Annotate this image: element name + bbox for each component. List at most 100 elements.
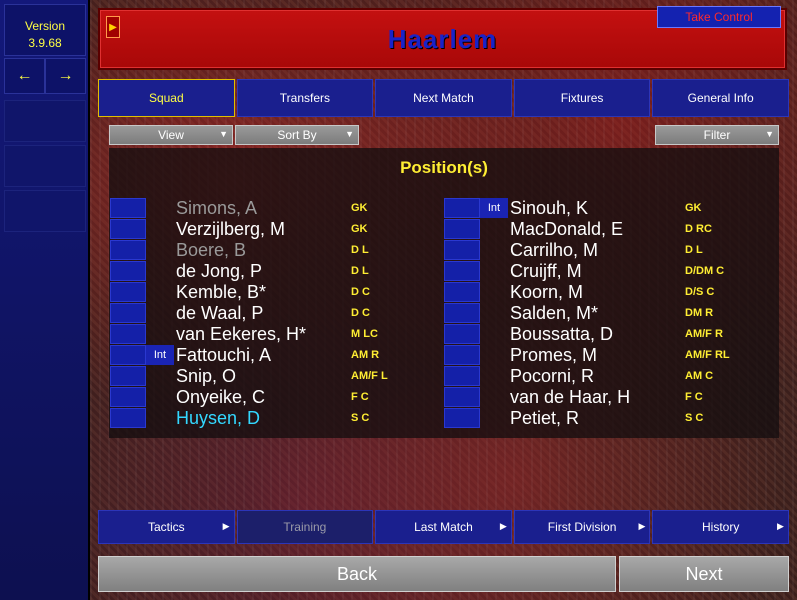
forward-arrow-icon[interactable]: → (45, 58, 86, 94)
player-row[interactable]: MacDonald, E D RC (444, 219, 774, 240)
nav-tactics[interactable]: Tactics ▶ (98, 510, 235, 544)
player-select-box[interactable] (444, 303, 480, 323)
player-name[interactable]: Boussatta, D (510, 324, 613, 345)
player-select-box[interactable] (444, 345, 480, 365)
sidebar-slot-3[interactable] (4, 190, 86, 232)
player-name[interactable]: Promes, M (510, 345, 597, 366)
player-name[interactable]: Snip, O (176, 366, 236, 387)
back-arrow-icon[interactable]: ← (4, 58, 45, 94)
view-dropdown[interactable]: View ▼ (109, 125, 233, 145)
player-select-box[interactable] (444, 282, 480, 302)
player-name[interactable]: Huysen, D (176, 408, 260, 429)
player-position: S C (685, 412, 704, 424)
player-select-box[interactable] (110, 408, 146, 428)
tab-transfers[interactable]: Transfers (236, 79, 374, 117)
player-name[interactable]: Salden, M* (510, 303, 598, 324)
player-select-box[interactable] (444, 408, 480, 428)
player-name[interactable]: Sinouh, K (510, 198, 588, 219)
player-select-box[interactable] (110, 198, 146, 218)
player-name[interactable]: Carrilho, M (510, 240, 598, 261)
player-row[interactable]: de Waal, P D C (110, 303, 410, 324)
nav-training: Training (236, 510, 374, 544)
player-select-box[interactable] (110, 303, 146, 323)
player-row[interactable]: Boere, B D L (110, 240, 410, 261)
player-row[interactable]: Carrilho, M D L (444, 240, 774, 261)
player-name[interactable]: Onyeike, C (176, 387, 265, 408)
player-select-box[interactable] (444, 198, 480, 218)
player-name[interactable]: van Eekeres, H* (176, 324, 306, 345)
player-row[interactable]: Koorn, M D/S C (444, 282, 774, 303)
tab-general-info[interactable]: General Info (652, 79, 789, 117)
player-row[interactable]: Kemble, B* D C (110, 282, 410, 303)
player-row[interactable]: Promes, M AM/F RL (444, 345, 774, 366)
player-select-box[interactable] (110, 219, 146, 239)
take-control-button[interactable]: Take Control (657, 6, 781, 28)
nav-last-match[interactable]: Last Match ▶ (375, 510, 512, 544)
player-name[interactable]: MacDonald, E (510, 219, 623, 240)
sort-by-dropdown-label: Sort By (277, 128, 317, 142)
player-name[interactable]: Fattouchi, A (176, 345, 271, 366)
player-row[interactable]: Petiet, R S C (444, 408, 774, 429)
player-name[interactable]: Koorn, M (510, 282, 583, 303)
filter-dropdown[interactable]: Filter ▼ (655, 125, 779, 145)
player-row[interactable]: Pocorni, R AM C (444, 366, 774, 387)
player-row[interactable]: van de Haar, H F C (444, 387, 774, 408)
player-select-box[interactable] (444, 240, 480, 260)
chevron-right-icon: ▶ (777, 521, 784, 531)
player-row[interactable]: Verzijlberg, M GK (110, 219, 410, 240)
player-row[interactable]: Boussatta, D AM/F R (444, 324, 774, 345)
player-row[interactable]: Onyeike, C F C (110, 387, 410, 408)
player-select-box[interactable] (444, 366, 480, 386)
player-name[interactable]: de Waal, P (176, 303, 263, 324)
player-select-box[interactable] (110, 366, 146, 386)
player-row[interactable]: Int Fattouchi, A AM R (110, 345, 410, 366)
player-name[interactable]: Simons, A (176, 198, 257, 219)
version-box: Version 3.9.68 (4, 4, 86, 56)
player-row[interactable]: Int Sinouh, K GK (444, 198, 774, 219)
nav-first-division[interactable]: First Division ▶ (513, 510, 651, 544)
player-row[interactable]: Huysen, D S C (110, 408, 410, 429)
player-position: D/S C (685, 286, 715, 298)
player-select-box[interactable] (110, 345, 146, 365)
nav-history[interactable]: History ▶ (652, 510, 789, 544)
player-name[interactable]: Boere, B (176, 240, 246, 261)
player-position: GK (351, 202, 368, 214)
player-name[interactable]: de Jong, P (176, 261, 262, 282)
player-row[interactable]: Simons, A GK (110, 198, 410, 219)
team-title-bar: ▶ Haarlem Take Control (98, 6, 787, 70)
next-button[interactable]: Next (619, 556, 789, 592)
sidebar-slot-1[interactable] (4, 100, 86, 142)
player-name[interactable]: Kemble, B* (176, 282, 266, 303)
player-row[interactable]: Cruijff, M D/DM C (444, 261, 774, 282)
player-position: DM R (685, 307, 714, 319)
player-select-box[interactable] (444, 261, 480, 281)
player-name[interactable]: van de Haar, H (510, 387, 630, 408)
player-select-box[interactable] (110, 261, 146, 281)
player-select-box[interactable] (444, 219, 480, 239)
sidebar-slot-2[interactable] (4, 145, 86, 187)
player-name[interactable]: Pocorni, R (510, 366, 594, 387)
player-select-box[interactable] (444, 387, 480, 407)
player-select-box[interactable] (444, 324, 480, 344)
player-row[interactable]: Salden, M* DM R (444, 303, 774, 324)
view-dropdown-label: View (158, 128, 184, 142)
player-row[interactable]: Snip, O AM/F L (110, 366, 410, 387)
tab-next-match[interactable]: Next Match (375, 79, 512, 117)
player-position: GK (685, 202, 702, 214)
player-select-box[interactable] (110, 324, 146, 344)
player-name[interactable]: Cruijff, M (510, 261, 582, 282)
player-position: AM/F R (685, 328, 723, 340)
tab-fixtures[interactable]: Fixtures (513, 79, 651, 117)
player-select-box[interactable] (110, 282, 146, 302)
player-row[interactable]: van Eekeres, H* M LC (110, 324, 410, 345)
sort-by-dropdown[interactable]: Sort By ▼ (235, 125, 359, 145)
player-name[interactable]: Verzijlberg, M (176, 219, 285, 240)
player-row[interactable]: de Jong, P D L (110, 261, 410, 282)
player-select-box[interactable] (110, 387, 146, 407)
tab-squad[interactable]: Squad (98, 79, 235, 117)
player-name[interactable]: Petiet, R (510, 408, 579, 429)
chevron-right-icon: ▶ (638, 521, 646, 531)
nav-first-division-label: First Division (547, 520, 617, 534)
player-select-box[interactable] (110, 240, 146, 260)
back-button[interactable]: Back (98, 556, 616, 592)
